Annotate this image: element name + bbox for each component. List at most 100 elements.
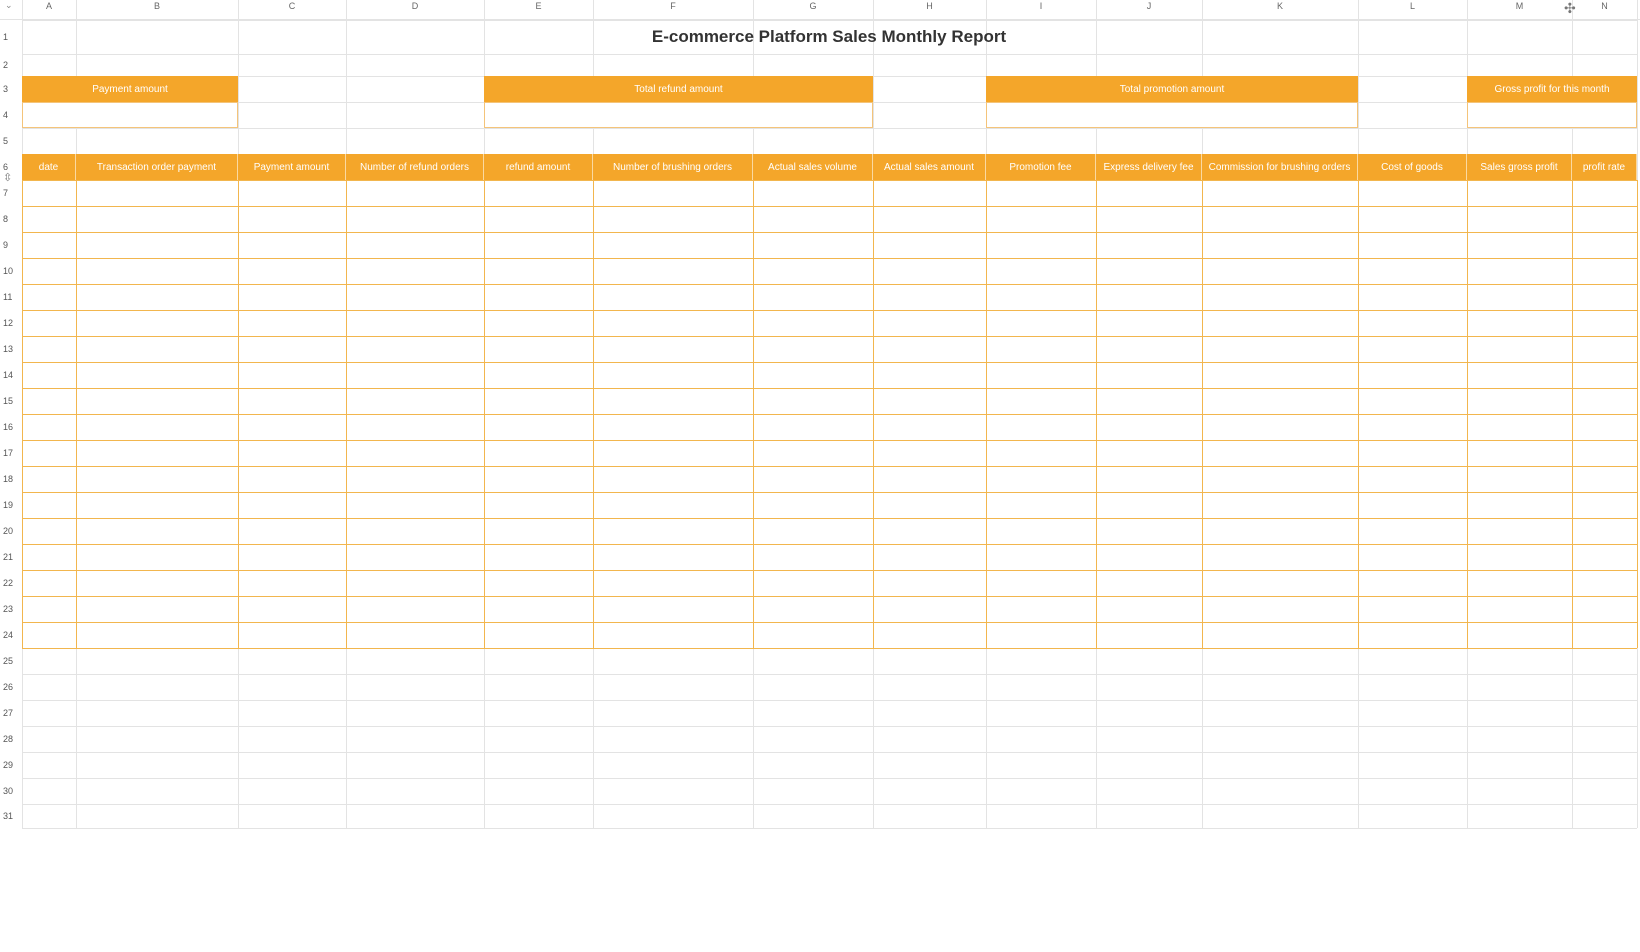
row-header-11[interactable]: 11 xyxy=(0,284,20,310)
row-header-21[interactable]: 21 xyxy=(0,544,20,570)
table-row-border xyxy=(22,648,1637,649)
column-header-d[interactable]: D xyxy=(346,0,484,14)
table-header-8[interactable]: Promotion fee xyxy=(986,154,1096,180)
table-header-7[interactable]: Actual sales amount xyxy=(873,154,986,180)
row-header-31[interactable]: 31 xyxy=(0,804,20,828)
table-col-border xyxy=(76,180,77,648)
table-row-border xyxy=(22,362,1637,363)
row-header-27[interactable]: 27 xyxy=(0,700,20,726)
table-header-12[interactable]: Sales gross profit xyxy=(1467,154,1572,180)
table-row-border xyxy=(22,440,1637,441)
row-header-12[interactable]: 12 xyxy=(0,310,20,336)
grid-line xyxy=(22,20,1637,21)
column-header-k[interactable]: K xyxy=(1202,0,1358,14)
table-col-border xyxy=(873,180,874,648)
grid-line xyxy=(22,700,1637,701)
column-header-c[interactable]: C xyxy=(238,0,346,14)
row-header-22[interactable]: 22 xyxy=(0,570,20,596)
row-header-30[interactable]: 30 xyxy=(0,778,20,804)
column-header-j[interactable]: J xyxy=(1096,0,1202,14)
grid-line xyxy=(22,54,1637,55)
grid-line xyxy=(22,778,1637,779)
table-row-border xyxy=(22,596,1637,597)
column-header-l[interactable]: L xyxy=(1358,0,1467,14)
column-header-f[interactable]: F xyxy=(593,0,753,14)
column-header-b[interactable]: B xyxy=(76,0,238,14)
row-header-2[interactable]: 2 xyxy=(0,54,20,76)
summary-label-gross-profit-month[interactable]: Gross profit for this month xyxy=(1467,76,1637,102)
row-header-19[interactable]: 19 xyxy=(0,492,20,518)
row-header-18[interactable]: 18 xyxy=(0,466,20,492)
table-col-border xyxy=(346,180,347,648)
summary-label-total-promotion-amount[interactable]: Total promotion amount xyxy=(986,76,1358,102)
summary-value-total-promotion-amount[interactable] xyxy=(986,102,1358,128)
table-header-0[interactable]: date xyxy=(22,154,76,180)
table-row-border xyxy=(22,310,1637,311)
spreadsheet[interactable]: ⌄ ABCDEFGHIJKLMN 1 2 3 4 5 6 7 8 9 10 11 12 13 14 15 16… xyxy=(0,0,1640,952)
table-row-border xyxy=(22,466,1637,467)
table-col-border xyxy=(238,180,239,648)
summary-label-total-refund-amount[interactable]: Total refund amount xyxy=(484,76,873,102)
summary-value-payment-amount[interactable] xyxy=(22,102,238,128)
table-col-border xyxy=(1572,180,1573,648)
row-header-1[interactable]: 1 xyxy=(0,20,20,54)
row-header-20[interactable]: 20 xyxy=(0,518,20,544)
table-header-1[interactable]: Transaction order payment xyxy=(76,154,238,180)
column-header-i[interactable]: I xyxy=(986,0,1096,14)
row-header-29[interactable]: 29 xyxy=(0,752,20,778)
row-header-17[interactable]: 17 xyxy=(0,440,20,466)
grid-line xyxy=(22,804,1637,805)
row-header-16[interactable]: 16 xyxy=(0,414,20,440)
table-col-border xyxy=(1358,180,1359,648)
row-header-8[interactable]: 8 xyxy=(0,206,20,232)
table-row-border xyxy=(22,336,1637,337)
table-header-9[interactable]: Express delivery fee xyxy=(1096,154,1202,180)
table-header-6[interactable]: Actual sales volume xyxy=(753,154,873,180)
select-all-corner-icon[interactable]: ⌄ xyxy=(5,0,13,11)
row-header-9[interactable]: 9 xyxy=(0,232,20,258)
table-row-border xyxy=(22,232,1637,233)
row-header-15[interactable]: 15 xyxy=(0,388,20,414)
table-row-border xyxy=(22,622,1637,623)
summary-value-total-refund-amount[interactable] xyxy=(484,102,873,128)
column-resize-cursor-icon: ✣ xyxy=(1564,0,1576,16)
row-header-5[interactable]: 5 xyxy=(0,128,20,154)
column-header-n[interactable]: N xyxy=(1572,0,1637,14)
row-header-28[interactable]: 28 xyxy=(0,726,20,752)
table-row-border xyxy=(22,518,1637,519)
table-row-border xyxy=(22,544,1637,545)
table-header-4[interactable]: refund amount xyxy=(484,154,593,180)
table-header-10[interactable]: Commission for brushing orders xyxy=(1202,154,1358,180)
row-header-10[interactable]: 10 xyxy=(0,258,20,284)
row-header-24[interactable]: 24 xyxy=(0,622,20,648)
column-header-h[interactable]: H xyxy=(873,0,986,14)
table-header-5[interactable]: Number of brushing orders xyxy=(593,154,753,180)
row-header-4[interactable]: 4 xyxy=(0,102,20,128)
row-header-14[interactable]: 14 xyxy=(0,362,20,388)
column-header-m[interactable]: M xyxy=(1467,0,1572,14)
summary-value-gross-profit-month[interactable] xyxy=(1467,102,1637,128)
grid-line xyxy=(22,726,1637,727)
table-col-border xyxy=(1637,180,1638,648)
table-header-11[interactable]: Cost of goods xyxy=(1358,154,1467,180)
table-header-3[interactable]: Number of refund orders xyxy=(346,154,484,180)
row-header-13[interactable]: 13 xyxy=(0,336,20,362)
row-resize-handle-icon[interactable]: ⇳ xyxy=(3,171,12,184)
table-col-border xyxy=(484,180,485,648)
table-col-border xyxy=(1202,180,1203,648)
table-header-2[interactable]: Payment amount xyxy=(238,154,346,180)
column-header-g[interactable]: G xyxy=(753,0,873,14)
row-header-26[interactable]: 26 xyxy=(0,674,20,700)
row-header-3[interactable]: 3 xyxy=(0,76,20,102)
summary-label-payment-amount[interactable]: Payment amount xyxy=(22,76,238,102)
table-row-border xyxy=(22,414,1637,415)
report-title: E-commerce Platform Sales Monthly Report xyxy=(651,27,1007,46)
row-header-23[interactable]: 23 xyxy=(0,596,20,622)
table-header-13[interactable]: profit rate xyxy=(1572,154,1637,180)
row-header-25[interactable]: 25 xyxy=(0,648,20,674)
grid-line xyxy=(22,674,1637,675)
table-row-border xyxy=(22,206,1637,207)
grid-line xyxy=(22,752,1637,753)
column-header-e[interactable]: E xyxy=(484,0,593,14)
column-header-a[interactable]: A xyxy=(22,0,76,14)
